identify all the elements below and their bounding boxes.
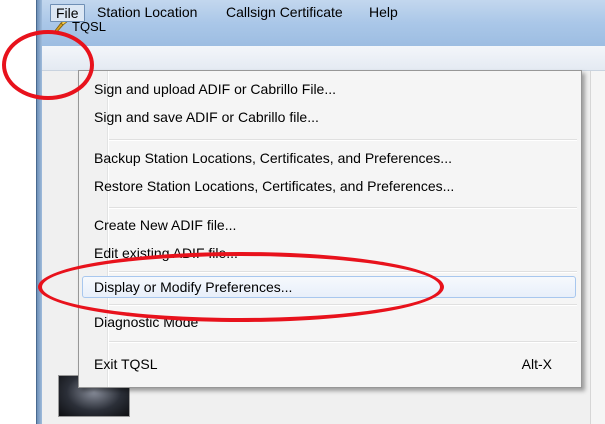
menu-item-sign-save[interactable]: Sign and save ADIF or Cabrillo file... — [82, 106, 576, 128]
menu-help[interactable]: Help — [364, 3, 403, 21]
menu-item-label: Sign and save ADIF or Cabrillo file... — [94, 109, 319, 125]
menu-item-label: Restore Station Locations, Certificates,… — [94, 178, 455, 194]
menu-item-sign-upload[interactable]: Sign and upload ADIF or Cabrillo File... — [82, 78, 576, 100]
annotation-circle-file — [2, 30, 94, 100]
menu-item-backup[interactable]: Backup Station Locations, Certificates, … — [82, 147, 576, 169]
menu-item-create-adif[interactable]: Create New ADIF file... — [82, 214, 576, 236]
menu-item-shortcut: Alt-X — [521, 356, 552, 372]
menu-item-label: Exit TQSL — [94, 356, 158, 372]
menu-item-label: Sign and upload ADIF or Cabrillo File... — [94, 81, 337, 97]
menu-item-label: Backup Station Locations, Certificates, … — [94, 150, 452, 166]
menu-item-restore[interactable]: Restore Station Locations, Certificates,… — [82, 175, 576, 197]
menu-file[interactable]: File — [50, 4, 85, 22]
side-panel-edge — [590, 71, 605, 424]
menu-item-exit[interactable]: Exit TQSL Alt-X — [82, 353, 576, 375]
menu-bar — [42, 46, 605, 71]
menu-callsign-certificate[interactable]: Callsign Certificate — [221, 3, 348, 21]
menu-item-label: Create New ADIF file... — [94, 217, 237, 233]
menu-station-location[interactable]: Station Location — [92, 3, 202, 21]
menu-separator — [109, 341, 577, 343]
annotation-circle-preferences — [38, 252, 444, 322]
menu-separator — [109, 207, 577, 209]
menu-separator — [109, 139, 577, 141]
file-dropdown-menu: Sign and upload ADIF or Cabrillo File...… — [78, 70, 582, 388]
